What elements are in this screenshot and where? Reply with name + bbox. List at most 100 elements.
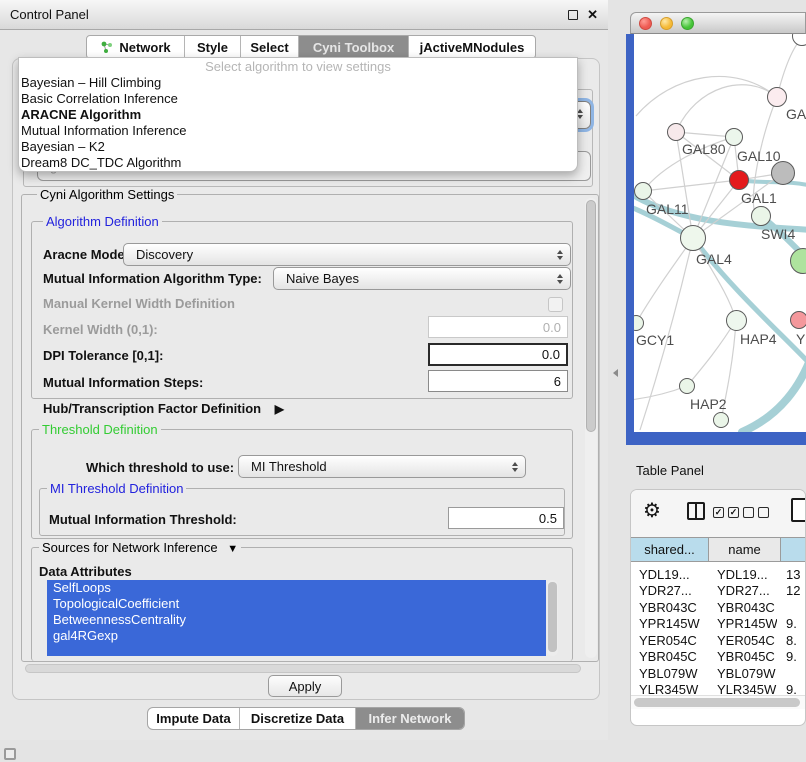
network-window-titlebar[interactable]: [630, 12, 806, 34]
apply-button[interactable]: Apply: [268, 675, 342, 697]
column-view-icon[interactable]: [687, 502, 705, 520]
dropdown-prompt: Select algorithm to view settings: [19, 58, 577, 75]
table-cell[interactable]: YDL19...: [717, 566, 777, 583]
network-node-gal2[interactable]: [767, 87, 787, 107]
mi-type-combo[interactable]: Naive Bayes: [273, 267, 571, 290]
table-cell[interactable]: 9.: [786, 615, 806, 632]
unchecked-box-icon[interactable]: [743, 507, 754, 518]
tab-discretize-data[interactable]: Discretize Data: [240, 708, 356, 729]
settings-gear-icon[interactable]: ⚙: [643, 498, 661, 523]
checked-box-icon[interactable]: ✓: [713, 507, 724, 518]
table-cell[interactable]: YDR27...: [717, 582, 777, 599]
column-header-name[interactable]: name: [709, 537, 781, 562]
dropdown-item[interactable]: Bayesian – Hill Climbing: [19, 75, 577, 91]
network-node-gal80[interactable]: [667, 123, 685, 141]
settings-hscrollbar-thumb[interactable]: [25, 664, 581, 673]
settings-scrollbar-thumb[interactable]: [586, 200, 596, 432]
table-cell[interactable]: YBL079W: [639, 665, 705, 682]
sources-group-title[interactable]: Sources for Network Inference ▼: [39, 540, 241, 555]
tab-label: Cyni Toolbox: [313, 40, 394, 55]
table-cell[interactable]: YDL19...: [639, 566, 705, 583]
table-cell[interactable]: YBR043C: [639, 599, 705, 616]
list-item[interactable]: gal4RGexp: [47, 628, 546, 644]
settings-group-title: Cyni Algorithm Settings: [37, 187, 177, 202]
tab-network[interactable]: Network: [87, 36, 185, 58]
network-node-gray[interactable]: [771, 161, 795, 185]
column-header-shared[interactable]: shared...: [631, 537, 709, 562]
aracne-mode-label: Aracne Mode:: [43, 247, 129, 262]
network-node-gal4[interactable]: [680, 225, 706, 251]
table-cell[interactable]: 8.: [786, 632, 806, 649]
tab-style[interactable]: Style: [185, 36, 241, 58]
dpi-tolerance-label: DPI Tolerance [0,1]:: [43, 348, 163, 363]
table-cell[interactable]: YPR145W: [717, 615, 777, 632]
network-canvas[interactable]: GAL GAL80 GAL10 GAL1 GAL11 SWI4 GAL4 GCY…: [634, 34, 806, 432]
node-label: Y: [796, 331, 805, 347]
table-cell[interactable]: 13: [786, 566, 806, 583]
aracne-mode-combo[interactable]: Discovery: [123, 243, 571, 266]
mi-steps-field[interactable]: 6: [428, 370, 568, 392]
hub-definition-toggle[interactable]: Hub/Transcription Factor Definition ▶: [43, 401, 284, 416]
list-item[interactable]: TopologicalCoefficient: [47, 596, 546, 612]
data-attributes-list[interactable]: SelfLoops TopologicalCoefficient Between…: [47, 580, 546, 656]
table-cell[interactable]: YPR145W: [639, 615, 705, 632]
tab-label: Network: [119, 40, 170, 55]
manual-kernel-checkbox[interactable]: [548, 297, 563, 312]
zoom-traffic-light-icon[interactable]: [681, 17, 694, 30]
network-node-hap2[interactable]: [679, 378, 695, 394]
table-cell[interactable]: YBR045C: [639, 648, 705, 665]
mi-threshold-value: 0.5: [539, 511, 557, 526]
table-panel-toolbar: ⚙ ✓ ✓: [631, 490, 806, 537]
splitter-collapse-icon[interactable]: [613, 369, 618, 377]
network-node-swi4[interactable]: [751, 206, 771, 226]
which-threshold-combo[interactable]: MI Threshold: [238, 455, 526, 478]
corner-window-icon[interactable]: [4, 748, 16, 760]
table-panel-title: Table Panel: [636, 463, 704, 478]
tab-select[interactable]: Select: [241, 36, 299, 58]
table-cell[interactable]: YBL079W: [717, 665, 777, 682]
unchecked-box-icon[interactable]: [758, 507, 769, 518]
column-header-partial[interactable]: [781, 537, 806, 562]
list-item[interactable]: BetweennessCentrality: [47, 612, 546, 628]
table-cell[interactable]: YBR045C: [717, 648, 777, 665]
close-traffic-light-icon[interactable]: [639, 17, 652, 30]
network-node-y[interactable]: [790, 311, 806, 329]
network-node-hap4[interactable]: [726, 310, 747, 331]
network-node[interactable]: [713, 412, 729, 428]
table-hscrollbar-track[interactable]: [631, 695, 806, 709]
dropdown-item[interactable]: Basic Correlation Inference: [19, 91, 577, 107]
attributes-scrollbar-thumb[interactable]: [548, 582, 557, 652]
table-cell[interactable]: YBR043C: [717, 599, 777, 616]
minimize-traffic-light-icon[interactable]: [660, 17, 673, 30]
table-hscrollbar-thumb[interactable]: [634, 698, 800, 707]
list-item[interactable]: SelfLoops: [47, 580, 546, 596]
close-icon[interactable]: ✕: [587, 10, 598, 20]
network-icon: [100, 40, 114, 54]
network-node-gal1[interactable]: [729, 170, 749, 190]
float-window-icon[interactable]: [568, 10, 578, 20]
document-icon[interactable]: [791, 498, 806, 522]
tab-label: Style: [197, 40, 228, 55]
kernel-width-field[interactable]: 0.0: [428, 316, 568, 338]
tab-jactivemnodules[interactable]: jActiveMNodules: [409, 36, 535, 58]
dropdown-item-selected[interactable]: ARACNE Algorithm: [19, 107, 577, 123]
mi-threshold-field[interactable]: 0.5: [448, 507, 564, 529]
hub-definition-label: Hub/Transcription Factor Definition: [43, 401, 261, 416]
tab-impute-data[interactable]: Impute Data: [148, 708, 240, 729]
table-cell[interactable]: YER054C: [639, 632, 705, 649]
table-cell[interactable]: 12: [786, 582, 806, 599]
dropdown-item[interactable]: Mutual Information Inference: [19, 123, 577, 139]
table-cell[interactable]: YDR27...: [639, 582, 705, 599]
table-cell[interactable]: YER054C: [717, 632, 777, 649]
dropdown-item[interactable]: Bayesian – K2: [19, 139, 577, 155]
checked-box-icon[interactable]: ✓: [728, 507, 739, 518]
table-cell[interactable]: 9.: [786, 648, 806, 665]
screen: Control Panel ✕ Network Style Select Cyn…: [0, 0, 806, 762]
network-node-gal11[interactable]: [634, 182, 652, 200]
tab-infer-network[interactable]: Infer Network: [356, 708, 464, 729]
dpi-tolerance-field[interactable]: 0.0: [428, 343, 568, 366]
tab-cyni-toolbox[interactable]: Cyni Toolbox: [299, 36, 409, 58]
dropdown-item[interactable]: Dream8 DC_TDC Algorithm: [19, 155, 577, 171]
mi-threshold-label: Mutual Information Threshold:: [49, 512, 237, 527]
network-node-gal10[interactable]: [725, 128, 743, 146]
